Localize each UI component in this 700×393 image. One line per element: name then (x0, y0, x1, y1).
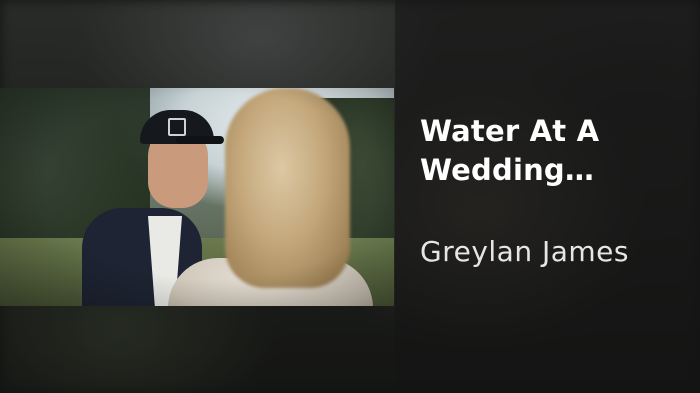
music-card: Water At A Wedding… Greylan James (0, 0, 700, 393)
info-panel (395, 0, 700, 393)
track-title: Water At A Wedding… (420, 114, 600, 187)
artist-name: Greylan James (420, 235, 629, 268)
thumbnail-vignette (0, 88, 394, 306)
video-thumbnail[interactable] (0, 88, 394, 306)
